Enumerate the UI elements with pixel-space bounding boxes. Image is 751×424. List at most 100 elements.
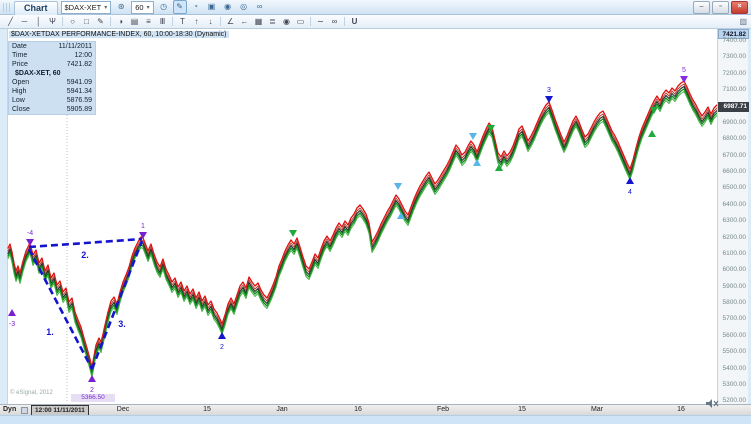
fib-retracement-tool-icon[interactable]: ▤ [128,16,141,28]
symbol-input[interactable]: $DAX-XET ▾ [61,1,112,14]
fib-circle-tool-icon[interactable]: ◑ [114,16,127,28]
pencil-icon[interactable]: ✎ [173,0,187,14]
fib-time-tool-icon[interactable]: Ⅲ [156,16,169,28]
settings-icon[interactable]: ◎ [237,0,251,14]
history-icon[interactable]: ◉ [221,0,235,14]
price-tick-label: 5400.00 [723,365,747,372]
link-tool-icon[interactable]: ∞ [328,16,341,28]
minimize-button[interactable]: – [693,1,710,14]
triangle-down-marker [469,133,477,140]
marker-label: 5 [682,67,686,74]
symbol-settings-icon[interactable]: ⊛ [114,0,128,14]
calendar-mini-icon[interactable] [21,407,28,414]
rectangle-tool-icon[interactable]: □ [80,16,93,28]
marker-label: 1 [141,223,145,230]
time-tick-label: 15 [507,406,537,413]
close-button[interactable]: × [731,1,748,14]
price-tick-label: 5900.00 [723,283,747,290]
triangle-up-marker [218,332,226,339]
pitchfork-tool-icon[interactable]: Ψ [46,16,59,28]
restore-button[interactable]: ▫ [712,1,729,14]
tab-chart[interactable]: Chart [14,1,58,15]
price-tick-label: 6900.00 [723,119,747,126]
triangle-down-marker [680,76,688,83]
grid-tool-icon[interactable]: ▦ [252,16,265,28]
price-chart[interactable]: 1.2.3.-4-3122345 [0,29,717,404]
fib-extension-tool-icon[interactable]: ≡ [142,16,155,28]
data-panel-row: Open5941.09 [9,78,95,87]
price-tick-label: 5500.00 [723,348,747,355]
data-panel-row: Price7421.82 [9,60,95,69]
brush-tool-icon[interactable]: ✎ [94,16,107,28]
time-tick-label: Jan [267,406,297,413]
price-tick-label: 6400.00 [723,201,747,208]
price-tick-label: 6500.00 [723,184,747,191]
eye-tool-icon[interactable]: ◉ [280,16,293,28]
arrow-down-tool-icon[interactable]: ↓ [204,16,217,28]
marker-label: 2 [220,344,224,351]
triangle-up-marker [8,309,16,316]
ellipse-tool-icon[interactable]: ○ [66,16,79,28]
price-tick-label: 6800.00 [723,135,747,142]
marker-label: 2 [90,387,94,394]
gann-angle-tool-icon[interactable]: ∠ [224,16,237,28]
wave-label: 1. [46,327,54,337]
data-panel-row: Close5905.89 [9,105,95,114]
clock-icon[interactable]: ◷ [157,0,171,14]
mute-speaker-icon[interactable] [705,398,719,409]
interval-value: 60 [135,3,143,12]
time-tick-label: Mar [582,406,612,413]
marker-label: -4 [27,230,33,237]
chevron-down-icon: ▾ [104,4,107,11]
price-tick-label: 7300.00 [723,53,747,60]
time-tick-label: Dec [108,406,138,413]
price-tick-label: 6300.00 [723,217,747,224]
time-axis[interactable]: Dyn 12:00 11/11/2011 Dec15Jan16Feb15Mar1… [0,404,751,415]
triangle-down-marker [289,230,297,237]
price-tick-label: 7200.00 [723,70,747,77]
underline-tool-icon[interactable]: U [348,16,361,28]
chart-title: $DAX-XETDAX PERFORMANCE-INDEX, 60, 10:00… [9,31,229,38]
arrow-left-tool-icon[interactable]: ← [238,16,251,28]
marker-label: 3 [547,87,551,94]
snapshot-icon[interactable]: ▣ [205,0,219,14]
last-price-box: 6987.71 [718,102,749,112]
refresh-icon[interactable]: ◔ [189,0,203,14]
symbol-value: $DAX-XET [65,3,102,12]
toolbar-separator [310,17,311,26]
price-tick-label: 5300.00 [723,381,747,388]
price-tick-label: 7400.00 [723,37,747,44]
data-panel-row: Low5876.59 [9,96,95,105]
wave-trendline[interactable] [29,249,92,369]
toolbar-separator [220,17,221,26]
zigzag-tool-icon[interactable]: ∼ [314,16,327,28]
toolbar-separator [344,17,345,26]
wave-trendline[interactable] [29,239,142,247]
link-icon[interactable]: ∞ [253,0,267,14]
triangle-up-marker [648,130,656,137]
horizontal-line-tool-icon[interactable]: ─ [18,16,31,28]
frame-tool-icon[interactable]: ▭ [294,16,307,28]
price-tick-label: 6100.00 [723,250,747,257]
triangle-down-marker [394,183,402,190]
chevron-down-icon: ▾ [147,4,150,11]
arrow-up-tool-icon[interactable]: ↑ [190,16,203,28]
time-tick-label: 16 [666,406,696,413]
triangle-up-marker [88,375,96,382]
chart-panel-icon[interactable]: ▨ [739,17,747,26]
price-axis[interactable]: 7421.82 6987.71 7400.007300.007200.00710… [717,29,748,404]
interval-input[interactable]: 60 ▾ [131,1,153,14]
window-controls: –▫× [693,1,748,14]
data-panel-symbol: $DAX-XET, 60 [9,69,95,78]
text-tool-icon[interactable]: T [176,16,189,28]
price-tick-label: 5700.00 [723,315,747,322]
price-tick-label: 5200.00 [723,397,747,404]
price-tick-label: 7100.00 [723,86,747,93]
price-tick-label: 6000.00 [723,266,747,273]
data-panel: Date11/11/2011Time12:00Price7421.82$DAX-… [8,41,96,115]
parallel-channel-tool-icon[interactable]: ≣ [266,16,279,28]
vertical-line-tool-icon[interactable]: │ [32,16,45,28]
data-panel-row: High5941.34 [9,87,95,96]
trend-line-tool-icon[interactable]: ╱ [4,16,17,28]
marker-label: -3 [9,321,15,328]
